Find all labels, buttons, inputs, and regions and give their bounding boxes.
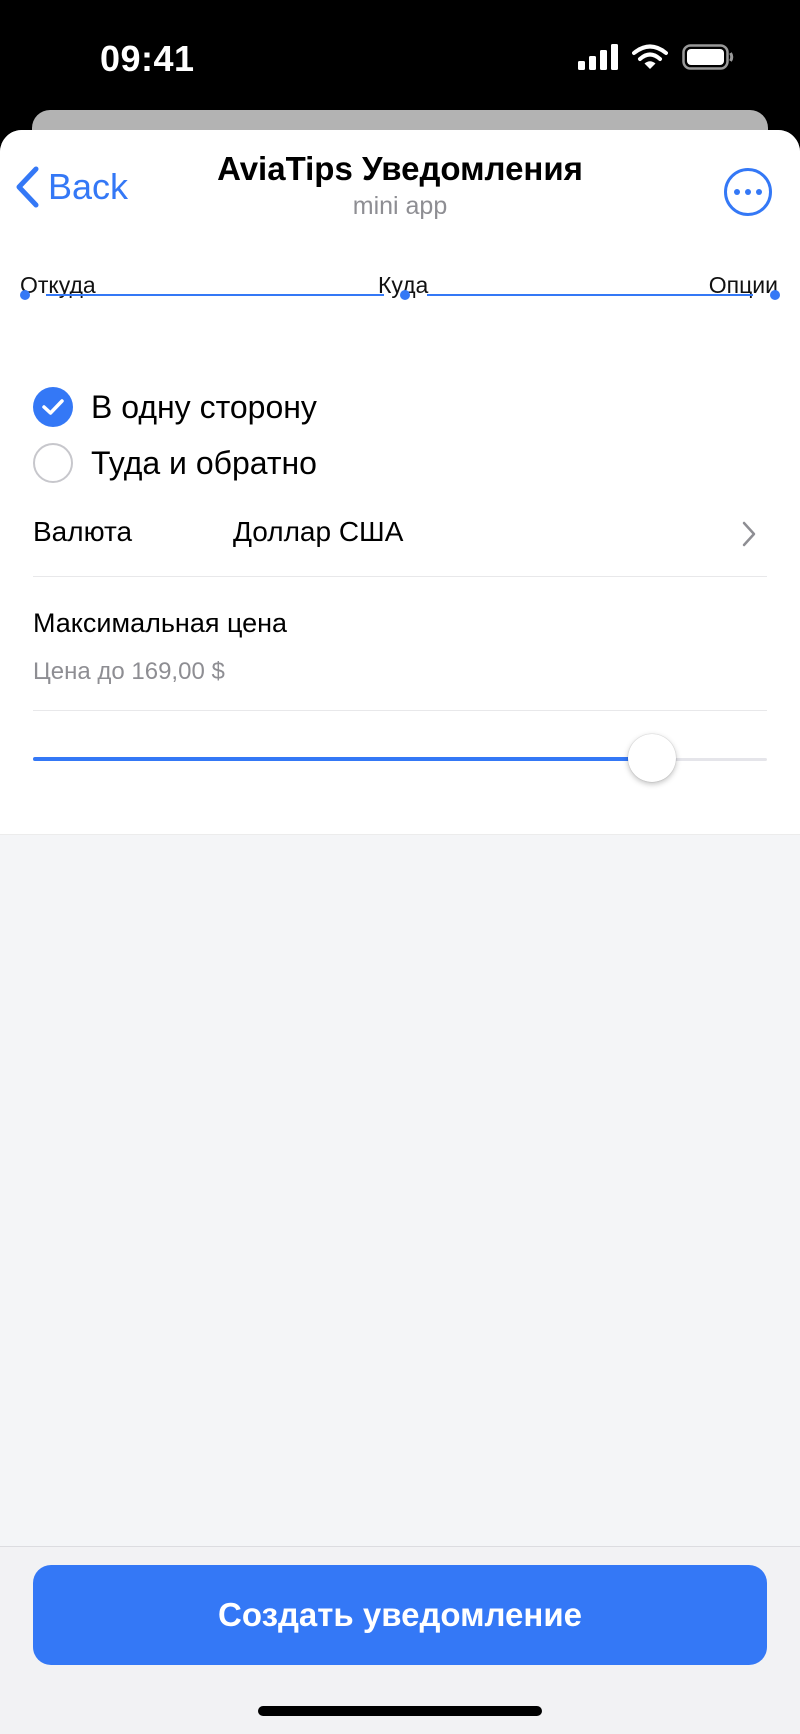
- step-dot-to: [400, 290, 410, 300]
- cellular-signal-icon: [578, 44, 618, 70]
- more-icon-dot: [745, 189, 751, 195]
- more-options-button[interactable]: [724, 168, 772, 216]
- slider-thumb[interactable]: [628, 734, 677, 782]
- wifi-icon: [632, 44, 668, 69]
- radio-label: В одну сторону: [91, 388, 317, 425]
- more-icon-dot: [734, 189, 740, 195]
- step-connector: [46, 294, 384, 296]
- chevron-left-icon: [16, 166, 39, 208]
- back-button[interactable]: Back: [14, 162, 128, 212]
- header: Back AviaTips Уведомления mini app: [0, 130, 800, 230]
- currency-label: Валюта: [33, 516, 133, 547]
- step-progress: Откуда Куда Опции: [0, 230, 800, 367]
- battery-icon: [682, 44, 734, 70]
- slider-fill: [33, 757, 653, 761]
- radio-one-way[interactable]: В одну сторону: [33, 386, 317, 428]
- home-indicator: [258, 1706, 542, 1716]
- create-notification-button[interactable]: Создать уведомление: [33, 1565, 767, 1665]
- chevron-right-icon: [742, 521, 756, 547]
- back-label: Back: [48, 166, 129, 207]
- page-title: AviaTips Уведомления: [217, 150, 583, 187]
- page-subtitle: mini app: [352, 192, 448, 220]
- radio-label: Туда и обратно: [91, 444, 317, 481]
- radio-checked-icon: [33, 387, 73, 427]
- more-icon-dot: [756, 189, 762, 195]
- step-connector: [427, 294, 753, 296]
- max-price-value: Цена до 169,00 $: [33, 658, 225, 685]
- mini-app-sheet: Back AviaTips Уведомления mini app Откуд…: [0, 130, 800, 1734]
- max-price-slider[interactable]: [33, 734, 767, 784]
- step-dot-options: [770, 290, 780, 300]
- title-block: AviaTips Уведомления mini app: [150, 150, 650, 221]
- status-time: 09:41: [100, 38, 195, 79]
- radio-round-trip[interactable]: Туда и обратно: [33, 442, 317, 484]
- options-form: В одну сторону Туда и обратно Валюта Дол…: [0, 366, 800, 835]
- status-icons: [578, 44, 734, 70]
- status-bar: 09:41: [0, 0, 800, 110]
- divider: [33, 710, 767, 711]
- currency-row[interactable]: Валюта Доллар США: [33, 496, 767, 577]
- checkmark-icon: [42, 399, 64, 415]
- max-price-title: Максимальная цена: [33, 608, 288, 638]
- radio-unchecked-icon: [33, 443, 73, 483]
- currency-value: Доллар США: [233, 516, 404, 547]
- step-dot-from: [20, 290, 30, 300]
